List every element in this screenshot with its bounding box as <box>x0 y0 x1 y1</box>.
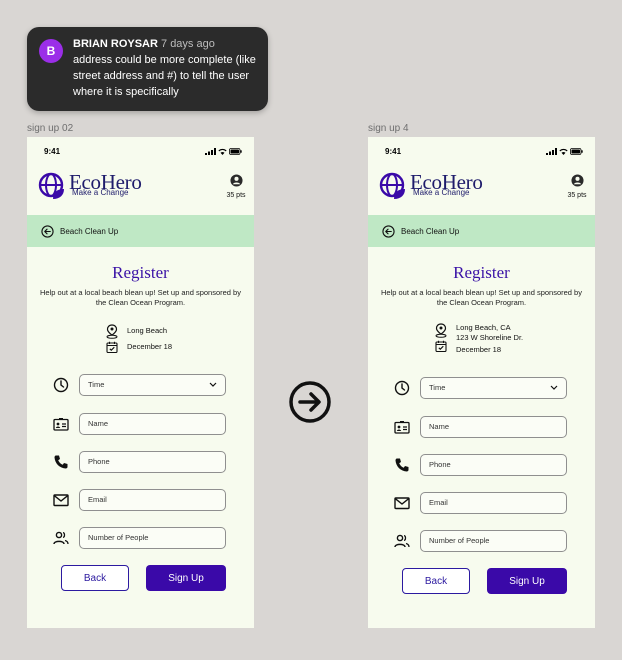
frame-label-sign-up-02[interactable]: sign up 02 <box>27 123 73 134</box>
event-date: December 18 <box>127 342 173 351</box>
user-circle-icon <box>570 174 584 187</box>
phone-row: Phone <box>394 453 568 476</box>
location-line-1: Long Beach <box>127 326 168 335</box>
people-row: Number of People <box>394 529 568 552</box>
brand-tagline: Make a Change <box>413 188 470 197</box>
arrow-right-circle-icon <box>289 381 331 423</box>
chevron-down-icon <box>209 382 217 387</box>
people-input[interactable]: Number of People <box>420 529 567 552</box>
email-row: Email <box>53 488 227 511</box>
battery-icon <box>570 147 583 155</box>
user-points[interactable]: 35 pts <box>224 174 248 199</box>
map-pin-icon <box>435 323 447 338</box>
comment-text: address could be more complete (like str… <box>73 54 256 98</box>
event-info: Long Beach, CA 123 W Shoreline Dr. Decem… <box>434 323 523 355</box>
globe-leaf-icon <box>38 172 64 199</box>
frame-label-sign-up-4[interactable]: sign up 4 <box>368 123 409 134</box>
arrow-left-circle-icon[interactable] <box>382 224 395 238</box>
name-row: Name <box>53 412 227 435</box>
signal-icon <box>205 147 216 155</box>
status-icons <box>546 147 583 155</box>
time-select-value: Time <box>88 380 105 389</box>
email-input[interactable]: Email <box>79 488 226 511</box>
people-row: Number of People <box>53 526 227 549</box>
page-title: Register <box>453 263 510 282</box>
chevron-down-icon <box>550 385 558 390</box>
brand-logo[interactable]: EcoHero Make a Change <box>38 171 142 200</box>
status-time: 9:41 <box>44 146 61 156</box>
comment-time: 7 days ago <box>161 38 215 50</box>
back-button[interactable]: Back <box>402 568 470 594</box>
phone-row: Phone <box>53 450 227 473</box>
nav-bar: Beach Clean Up <box>27 215 254 247</box>
event-date: December 18 <box>456 345 502 354</box>
event-info: Long Beach December 18 <box>105 324 172 353</box>
time-select-value: Time <box>429 383 446 392</box>
brand-tagline: Make a Change <box>72 188 129 197</box>
calendar-check-icon <box>435 340 447 352</box>
location-line-2: 123 W Shoreline Dr. <box>456 333 524 342</box>
status-bar: 9:41 <box>44 145 242 157</box>
phone-icon <box>54 455 68 468</box>
battery-icon <box>229 147 242 155</box>
status-bar: 9:41 <box>385 145 583 157</box>
email-input[interactable]: Email <box>420 491 567 514</box>
map-pin-icon <box>106 324 118 339</box>
people-input[interactable]: Number of People <box>79 526 226 549</box>
sign-up-button[interactable]: Sign Up <box>487 568 567 594</box>
mail-icon <box>53 493 69 506</box>
phone-frame-sign-up-4: 9:41 EcoHero Make a Change 35 pts Beach <box>368 137 595 628</box>
avatar[interactable]: B <box>39 39 63 63</box>
wifi-icon <box>559 148 568 155</box>
id-card-icon <box>394 420 410 434</box>
clock-icon <box>53 377 69 392</box>
calendar-check-icon <box>106 341 118 353</box>
people-icon <box>394 534 410 547</box>
brand-logo[interactable]: EcoHero Make a Change <box>379 171 483 200</box>
points-label: 35 pts <box>567 192 587 199</box>
status-icons <box>205 147 242 155</box>
people-icon <box>53 531 69 544</box>
comment-meta: BRIAN ROYSAR 7 days ago <box>73 37 256 51</box>
time-select[interactable]: Time <box>79 373 226 396</box>
nav-title: Beach Clean Up <box>401 226 460 236</box>
arrow-left-circle-icon[interactable] <box>41 224 54 238</box>
event-description: Help out at a local beach blean up! Set … <box>40 288 241 307</box>
comment-author: BRIAN ROYSAR <box>73 38 158 50</box>
event-description: Help out at a local beach blean up! Set … <box>381 288 582 307</box>
nav-title: Beach Clean Up <box>60 226 119 236</box>
points-label: 35 pts <box>226 192 246 199</box>
name-row: Name <box>394 415 568 438</box>
comment-bubble[interactable]: B BRIAN ROYSAR 7 days ago address could … <box>27 27 268 111</box>
phone-frame-sign-up-02: 9:41 EcoHero Make a Change 35 pts Beach <box>27 137 254 628</box>
wifi-icon <box>218 148 227 155</box>
user-points[interactable]: 35 pts <box>565 174 589 199</box>
email-row: Email <box>394 491 568 514</box>
phone-input[interactable]: Phone <box>420 453 567 476</box>
phone-input[interactable]: Phone <box>79 450 226 473</box>
mail-icon <box>394 496 410 509</box>
back-button[interactable]: Back <box>61 565 129 591</box>
globe-leaf-icon <box>379 172 405 199</box>
clock-icon <box>394 380 410 395</box>
name-input[interactable]: Name <box>79 412 226 435</box>
time-row: Time <box>53 373 227 396</box>
sign-up-button[interactable]: Sign Up <box>146 565 226 591</box>
nav-bar: Beach Clean Up <box>368 215 595 247</box>
id-card-icon <box>53 417 69 431</box>
time-select[interactable]: Time <box>420 376 567 399</box>
status-time: 9:41 <box>385 146 402 156</box>
user-circle-icon <box>229 174 243 187</box>
phone-icon <box>395 458 409 471</box>
page-title: Register <box>112 263 169 282</box>
time-row: Time <box>394 376 568 399</box>
signal-icon <box>546 147 557 155</box>
location-line-1: Long Beach, CA <box>456 323 511 332</box>
name-input[interactable]: Name <box>420 415 567 438</box>
